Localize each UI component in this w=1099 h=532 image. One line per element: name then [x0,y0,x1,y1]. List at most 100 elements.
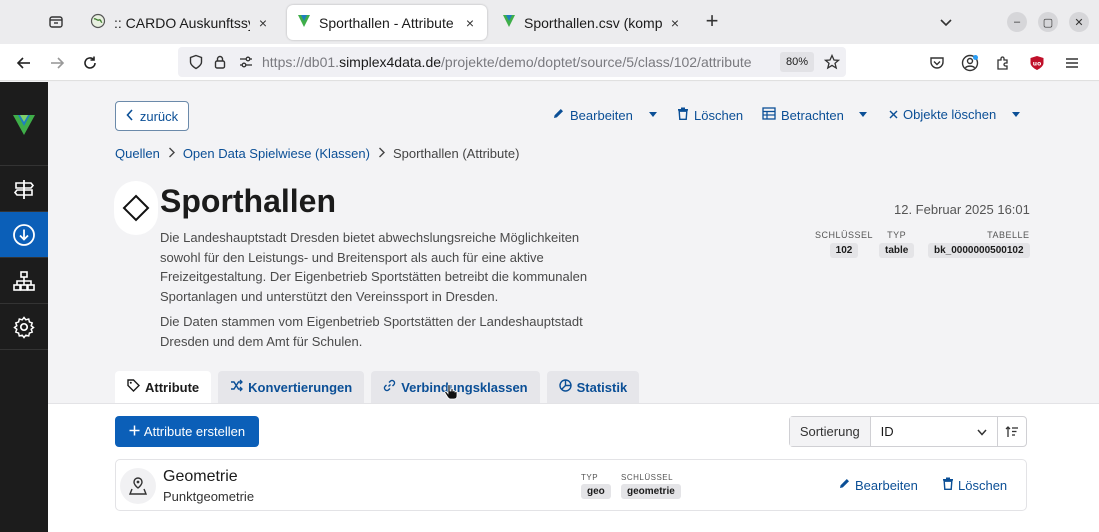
breadcrumb-item-quellen[interactable]: Quellen [115,146,160,161]
maximize-button[interactable]: ▢ [1038,12,1058,32]
app-logo-icon[interactable] [0,82,48,166]
attribute-key: Schlüssel geometrie [621,473,681,499]
forward-arrow-icon[interactable] [45,51,69,75]
shield-icon[interactable] [184,50,208,74]
view-label: Betrachten [781,107,844,123]
tab-list-icon[interactable] [44,10,68,34]
permissions-icon[interactable] [234,50,258,74]
menu-icon[interactable] [1060,51,1084,75]
app-logo-icon [297,14,311,31]
tab-konvertierungen[interactable]: Konvertierungen [218,371,365,403]
url-host: simplex4data.de [339,54,442,70]
meta-value: geometrie [621,484,681,499]
breadcrumb-current: Sporthallen (Attribute) [392,146,520,161]
meta-key: Schlüssel 102 [815,230,873,258]
description-paragraph: Die Daten stammen vom Eigenbetrieb Sport… [160,314,583,349]
delete-objects-label: Objekte löschen [903,107,997,122]
close-window-button[interactable]: ✕ [1069,12,1089,32]
delete-button[interactable]: Löschen [677,107,743,123]
sort-select[interactable]: ID [871,417,999,446]
tab-title: :: CARDO Auskunftssystem [114,14,250,31]
view-button[interactable]: Betrachten [762,107,844,123]
chevron-right-icon [378,147,385,161]
edit-attribute-button[interactable]: Bearbeiten [838,477,918,493]
tag-icon [127,379,140,395]
extensions-icon[interactable] [991,51,1015,75]
tab-attribute[interactable]: Attribute [115,371,212,403]
globe-icon [90,13,106,32]
trash-icon [942,477,954,493]
meta-value: table [879,243,915,258]
meta-value: geo [581,484,611,499]
close-icon[interactable]: × [668,15,682,31]
close-icon[interactable]: × [463,15,477,31]
url-path: /projekte/demo/doptet/source/5/class/102… [441,54,752,70]
list-item[interactable]: Geometrie Punktgeometrie Typ geo Schlüss… [115,459,1027,511]
attribute-subtitle: Punktgeometrie [163,489,255,504]
browser-tab-sporthallen-csv[interactable]: Sporthallen.csv (komplett) × [492,5,692,40]
meta-label: Schlüssel [621,473,674,482]
view-dropdown-caret[interactable] [859,112,867,117]
close-icon[interactable]: × [256,15,270,31]
tab-title: Sporthallen - Attribute [319,14,454,31]
tab-label: Konvertierungen [248,379,353,395]
zoom-level[interactable]: 80% [780,52,815,72]
breadcrumb: Quellen Open Data Spielwiese (Klassen) S… [115,146,519,161]
chevron-down-icon[interactable] [936,12,956,32]
tab-label: Verbindungsklassen [401,379,528,395]
edit-button[interactable]: Bearbeiten [552,107,633,123]
app-sidebar [0,82,48,532]
create-attribute-button[interactable]: Attribute erstellen [115,416,259,447]
create-label: Attribute erstellen [143,424,246,439]
browser-tab-sporthallen-attribute[interactable]: Sporthallen - Attribute × [287,5,487,40]
tab-title: Sporthallen.csv (komplett) [524,14,662,31]
app-logo-icon [502,14,516,31]
gear-icon[interactable] [0,304,48,350]
attribute-type: Typ geo [581,473,611,499]
content-tabs: Attribute Konvertierungen Verbindungskla… [115,371,640,403]
plus-icon [129,424,140,439]
browser-tab-bar: :: CARDO Auskunftssystem × Sporthallen -… [0,0,1099,44]
delete-attribute-button[interactable]: Löschen [942,477,1007,493]
meta-type: Typ table [879,230,915,258]
breadcrumb-item-spielwiese[interactable]: Open Data Spielwiese (Klassen) [183,146,370,161]
url-text[interactable]: https://db01.simplex4data.de/projekte/de… [262,54,774,70]
diamond-icon [114,181,158,235]
chevron-left-icon [126,108,134,124]
chevron-right-icon [168,147,175,161]
close-icon [889,107,898,122]
meta-label: Tabelle [987,230,1030,240]
attribute-name: Geometrie [163,468,238,485]
link-icon [383,379,396,395]
sort-direction-icon[interactable] [998,417,1026,446]
meta-label: Typ [887,230,907,240]
back-button[interactable]: zurück [115,101,189,131]
chevron-down-icon [977,424,987,439]
back-arrow-icon[interactable] [12,51,36,75]
ublock-icon[interactable]: uo [1025,51,1049,75]
hierarchy-icon[interactable] [0,258,48,304]
download-circle-icon[interactable] [0,212,48,258]
minimize-button[interactable]: – [1007,12,1027,32]
pocket-icon[interactable] [925,51,949,75]
description-paragraph: Die Landeshauptstadt Dresden bietet abwe… [160,230,588,304]
tab-label: Attribute [145,379,200,395]
hand-cursor-icon [444,384,458,400]
address-bar[interactable]: https://db01.simplex4data.de/projekte/de… [178,47,846,77]
pencil-icon [552,107,565,123]
star-icon[interactable] [820,50,844,74]
pie-chart-icon [558,379,572,395]
signpost-icon[interactable] [0,166,48,212]
edit-dropdown-caret[interactable] [649,112,657,117]
browser-nav-bar: https://db01.simplex4data.de/projekte/de… [0,44,1099,81]
lock-icon[interactable] [208,50,232,74]
delete-objects-dropdown-caret[interactable] [1012,112,1020,117]
account-icon[interactable] [958,51,982,75]
tab-statistik[interactable]: Statistik [546,371,640,403]
new-tab-button[interactable]: + [700,10,724,34]
delete-objects-button[interactable]: Objekte löschen [889,107,996,122]
meta-table: Tabelle bk_0000000500102 [928,230,1030,258]
reload-icon[interactable] [78,51,102,75]
edit-label: Bearbeiten [570,107,633,123]
browser-tab-cardo[interactable]: :: CARDO Auskunftssystem × [80,5,280,40]
